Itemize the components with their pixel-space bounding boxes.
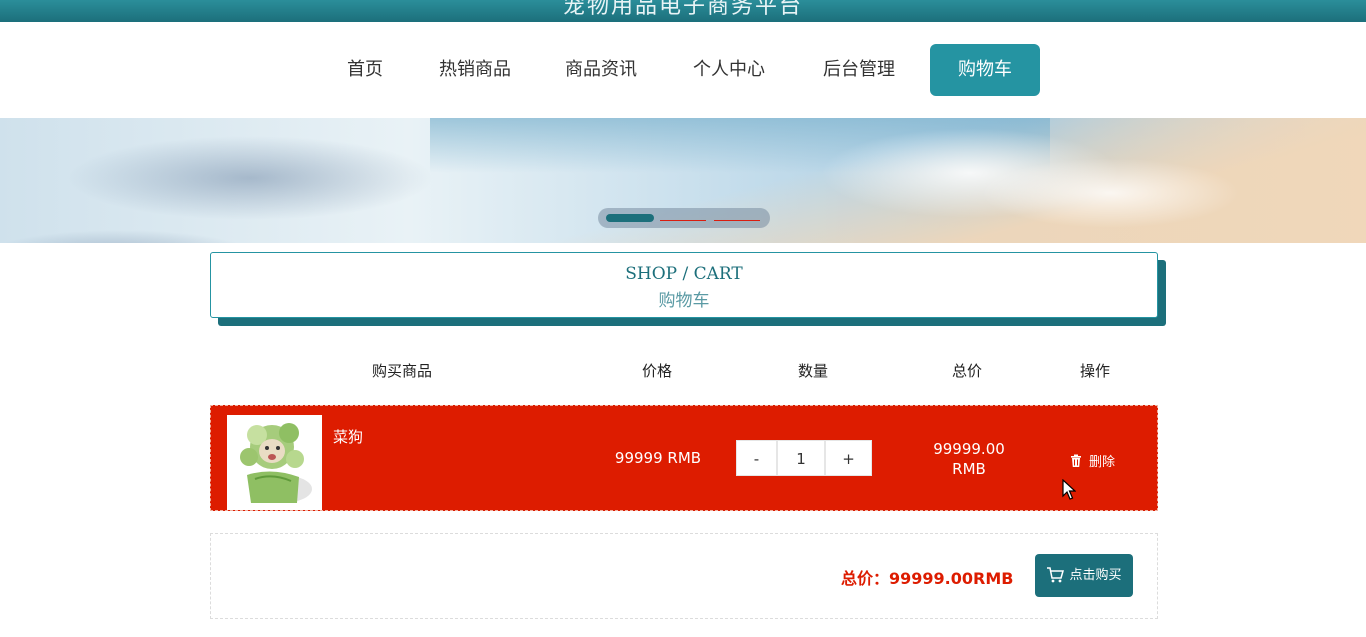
header-quantity: 数量 (797, 362, 828, 380)
trash-icon (1069, 454, 1083, 468)
section-title-box: SHOP / CART 购物车 (210, 252, 1158, 318)
banner-carousel[interactable] (0, 118, 1366, 243)
main-nav: 首页 热销商品 商品资讯 个人中心 后台管理 购物车 (0, 22, 1366, 118)
buy-label: 点击购买 (1069, 568, 1122, 583)
carousel-indicators (598, 208, 770, 228)
cart-icon (1047, 567, 1065, 583)
site-title: 宠物用品电子商务平台 (562, 0, 803, 19)
quantity-decrease-button[interactable]: - (736, 440, 777, 476)
buy-button[interactable]: 点击购买 (1035, 554, 1133, 597)
section-title-cn: 购物车 (658, 291, 710, 311)
header-total: 总价 (951, 362, 982, 380)
cart-row: 菜狗 99999 RMB - 1 + 99999.00 RMB 删除 (210, 405, 1158, 511)
carousel-dot-1[interactable] (606, 214, 654, 222)
nav-admin[interactable]: 后台管理 (814, 44, 904, 96)
product-name[interactable]: 菜狗 (333, 426, 363, 447)
nav-cart[interactable]: 购物车 (930, 44, 1040, 96)
line-total: 99999.00 RMB (911, 439, 1027, 479)
mouse-cursor-icon (1062, 478, 1077, 505)
header-actions: 操作 (1079, 362, 1110, 380)
nav-home[interactable]: 首页 (336, 44, 394, 96)
header-product: 购买商品 (371, 362, 432, 380)
section-title-en: SHOP / CART (625, 264, 743, 284)
carousel-dot-2[interactable] (660, 220, 706, 221)
quantity-input[interactable]: 1 (777, 440, 825, 476)
header-price: 价格 (641, 362, 672, 380)
banner-image-foam (980, 158, 1240, 228)
product-price: 99999 RMB (614, 449, 702, 467)
carousel-dot-3[interactable] (714, 220, 760, 221)
nav-hot-products[interactable]: 热销商品 (430, 44, 520, 96)
delete-label: 删除 (1089, 455, 1116, 470)
nav-product-news[interactable]: 商品资讯 (556, 44, 646, 96)
delete-button[interactable]: 删除 (1069, 451, 1115, 470)
cart-summary: 总价：99999.00RMB 点击购买 (210, 533, 1158, 619)
nav-personal-center[interactable]: 个人中心 (684, 44, 774, 96)
line-total-amount: 99999.00 (933, 440, 1005, 458)
quantity-increase-button[interactable]: + (825, 440, 872, 476)
grand-total: 总价：99999.00RMB (841, 569, 1014, 588)
line-total-currency: RMB (952, 460, 986, 478)
top-title-bar: 宠物用品电子商务平台 (0, 0, 1366, 22)
product-thumbnail[interactable] (227, 415, 322, 510)
